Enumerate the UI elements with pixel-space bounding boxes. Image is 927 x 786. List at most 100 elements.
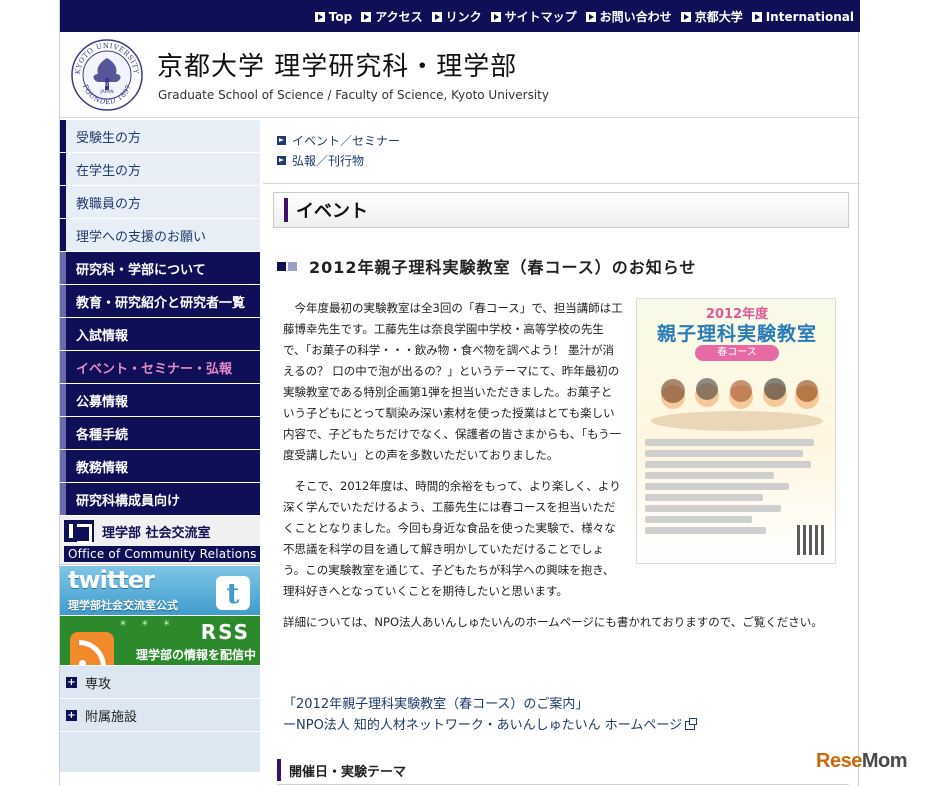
- top-nav-label: International: [765, 9, 854, 24]
- external-link-line1[interactable]: 「2012年親子理科実験教室（春コース）のご案内」: [283, 694, 695, 715]
- university-seal-logo[interactable]: KYOTO UNIVERSITY FOUNDED 1897 KYOTO JAPA…: [70, 38, 144, 112]
- top-nav: Top アクセス リンク サイトマップ お問い合わせ 京都大学 International: [60, 0, 860, 32]
- sidebar-item-label: 理学への支援のお願い: [76, 229, 207, 245]
- arrow-bullet-icon: [277, 135, 286, 145]
- top-nav-label: リンク: [445, 10, 482, 24]
- article-paragraph: 今年度最初の実験教室は全3回の「春コース」で、担当講師は工藤博幸先生です。工藤先…: [283, 301, 623, 462]
- sidebar-audience-item-3[interactable]: 理学への支援のお願い: [60, 219, 260, 251]
- sidebar-main-item-2[interactable]: 入試情報: [60, 318, 260, 350]
- sidebar-main-item-7[interactable]: 研究科構成員向け: [60, 483, 260, 515]
- sidebar-item-label: 研究科・学部について: [76, 262, 206, 278]
- plus-icon: +: [66, 709, 77, 721]
- sparkle-icon: * * *: [120, 618, 176, 632]
- top-nav-list: Top アクセス リンク サイトマップ お問い合わせ 京都大学 International: [314, 8, 854, 25]
- top-nav-label: Top: [328, 9, 353, 24]
- arrow-bullet-icon: [431, 11, 442, 22]
- sublink-label: イベント／セミナー: [292, 133, 401, 148]
- article-body: 今年度最初の実験教室は全3回の「春コース」で、担当講師は工藤博幸先生です。工藤先…: [283, 298, 839, 633]
- top-nav-label: お問い合わせ: [599, 10, 672, 24]
- ocr-logo-icon: [64, 520, 94, 544]
- external-link-line2[interactable]: ーNPO法人 知的人材ネットワーク・あいんしゅたいん ホームページ: [283, 718, 682, 733]
- sub-links: イベント／セミナー 弘報／刊行物: [263, 120, 860, 184]
- title-marker-icon: [288, 261, 297, 271]
- main-nav: 研究科・学部について教育・研究紹介と研究者一覧入試情報イベント・セミナー・弘報公…: [60, 252, 260, 515]
- top-nav-link-2[interactable]: リンク: [431, 8, 482, 25]
- external-link[interactable]: 「2012年親子理科実験教室（春コース）のご案内」 ーNPO法人 知的人材ネット…: [283, 694, 698, 736]
- article-title-text: 2012年親子理科実験教室（春コース）のお知らせ: [309, 258, 697, 277]
- article-paragraph: そこで、2012年度は、時間的余裕をもって、より楽しく、より深く学んでいただける…: [283, 479, 621, 598]
- ocr-banner-title: 理学部 社会交流室: [102, 526, 211, 541]
- page: Top アクセス リンク サイトマップ お問い合わせ 京都大学 International …: [59, 0, 860, 786]
- divider: [277, 784, 849, 785]
- sidebar-item-label: 各種手続: [76, 427, 129, 443]
- sidebar-item-label: 研究科構成員向け: [76, 493, 181, 509]
- title-marker-icon: [277, 261, 286, 271]
- external-window-icon: [685, 718, 698, 730]
- arrow-bullet-icon: [751, 11, 762, 22]
- arrow-bullet-icon: [490, 11, 501, 22]
- sidebar-item-label: 附属施設: [85, 709, 138, 725]
- rss-banner-subtitle: 理学部の情報を配信中: [135, 648, 256, 662]
- sidebar-main-item-6[interactable]: 教務情報: [60, 450, 260, 482]
- top-nav-label: サイトマップ: [504, 10, 577, 24]
- top-nav-link-6[interactable]: International: [751, 8, 854, 25]
- sidebar-filler: [60, 732, 260, 772]
- sidebar-item-label: 入試情報: [76, 328, 129, 344]
- article-paragraph: 詳細については、NPO法人あいんしゅたいんのホームページにも書かれておりますので…: [283, 615, 823, 629]
- rss-banner[interactable]: * * * RSS 理学部の情報を配信中: [60, 616, 260, 665]
- sidebar-main-item-3[interactable]: イベント・セミナー・弘報: [60, 351, 260, 383]
- arrow-bullet-icon: [277, 155, 286, 165]
- sidebar-expand-item-0[interactable]: + 専攻: [60, 666, 260, 698]
- site-subtitle: Graduate School of Science / Faculty of …: [158, 88, 549, 102]
- sidebar-main-item-0[interactable]: 研究科・学部について: [60, 252, 260, 284]
- heading-accent-bar: [277, 759, 281, 781]
- top-nav-link-5[interactable]: 京都大学: [680, 8, 743, 25]
- top-nav-link-0[interactable]: Top: [314, 8, 353, 25]
- top-nav-link-1[interactable]: アクセス: [361, 8, 423, 25]
- main-content: イベント／セミナー 弘報／刊行物 イベント 2012年親子理科実験教室（春コース…: [263, 120, 860, 785]
- community-relations-banner[interactable]: 理学部 社会交流室 Office of Community Relations: [60, 516, 260, 565]
- article-title: 2012年親子理科実験教室（春コース）のお知らせ: [277, 254, 696, 278]
- plus-icon: +: [66, 676, 77, 688]
- subsection-heading-text: 開催日・実験テーマ: [289, 764, 407, 780]
- twitter-banner-subtitle: 理学部社会交流室公式: [68, 599, 178, 612]
- top-nav-link-4[interactable]: お問い合わせ: [585, 8, 672, 25]
- twitter-bird-icon: t: [216, 576, 250, 610]
- arrow-bullet-icon: [361, 11, 372, 22]
- sublink-label: 弘報／刊行物: [292, 153, 365, 168]
- sidebar-item-label: イベント・セミナー・弘報: [76, 361, 233, 377]
- sidebar-item-label: 公募情報: [76, 394, 129, 410]
- top-nav-link-3[interactable]: サイトマップ: [490, 8, 577, 25]
- sidebar-item-label: 教務情報: [76, 460, 129, 476]
- sidebar-audience-item-2[interactable]: 教職員の方: [60, 186, 260, 218]
- twitter-banner[interactable]: twitter 理学部社会交流室公式 t: [60, 566, 260, 615]
- sublink-events[interactable]: イベント／セミナー: [277, 130, 860, 150]
- sidebar-item-label: 受験生の方: [76, 130, 142, 146]
- arrow-bullet-icon: [585, 11, 596, 22]
- subsection-heading: 開催日・実験テーマ: [277, 758, 406, 782]
- rss-banner-title: RSS: [200, 620, 250, 644]
- twitter-logo: twitter: [68, 566, 155, 594]
- arrow-bullet-icon: [314, 11, 325, 22]
- section-heading-text: イベント: [296, 201, 368, 222]
- sidebar-main-item-1[interactable]: 教育・研究紹介と研究者一覧: [60, 285, 260, 317]
- sidebar-main-item-5[interactable]: 各種手続: [60, 417, 260, 449]
- site-header: KYOTO UNIVERSITY FOUNDED 1897 KYOTO JAPA…: [60, 32, 860, 118]
- ocr-banner-subtitle: Office of Community Relations: [64, 546, 260, 562]
- top-nav-label: 京都大学: [694, 10, 743, 24]
- site-title[interactable]: 京都大学 理学研究科・理学部: [157, 46, 517, 83]
- seal-center-line1: KYOTO: [99, 82, 115, 88]
- expand-nav: + 専攻 + 附属施設: [60, 666, 260, 731]
- sublink-publications[interactable]: 弘報／刊行物: [277, 150, 860, 170]
- sidebar-item-label: 専攻: [85, 676, 112, 692]
- sidebar-audience-item-1[interactable]: 在学生の方: [60, 153, 260, 185]
- sidebar-audience-item-0[interactable]: 受験生の方: [60, 120, 260, 152]
- arrow-bullet-icon: [680, 11, 691, 22]
- section-heading: イベント: [273, 192, 849, 228]
- audience-nav: 受験生の方在学生の方 教職員の方理学への支援のお願い: [60, 120, 260, 251]
- heading-accent-bar: [284, 198, 288, 222]
- sidebar-expand-item-1[interactable]: + 附属施設: [60, 699, 260, 731]
- seal-center-line2: JAPAN: [99, 89, 113, 95]
- sidebar-main-item-4[interactable]: 公募情報: [60, 384, 260, 416]
- sidebar: 受験生の方在学生の方 教職員の方理学への支援のお願い 研究科・学部について教育・研…: [60, 120, 260, 772]
